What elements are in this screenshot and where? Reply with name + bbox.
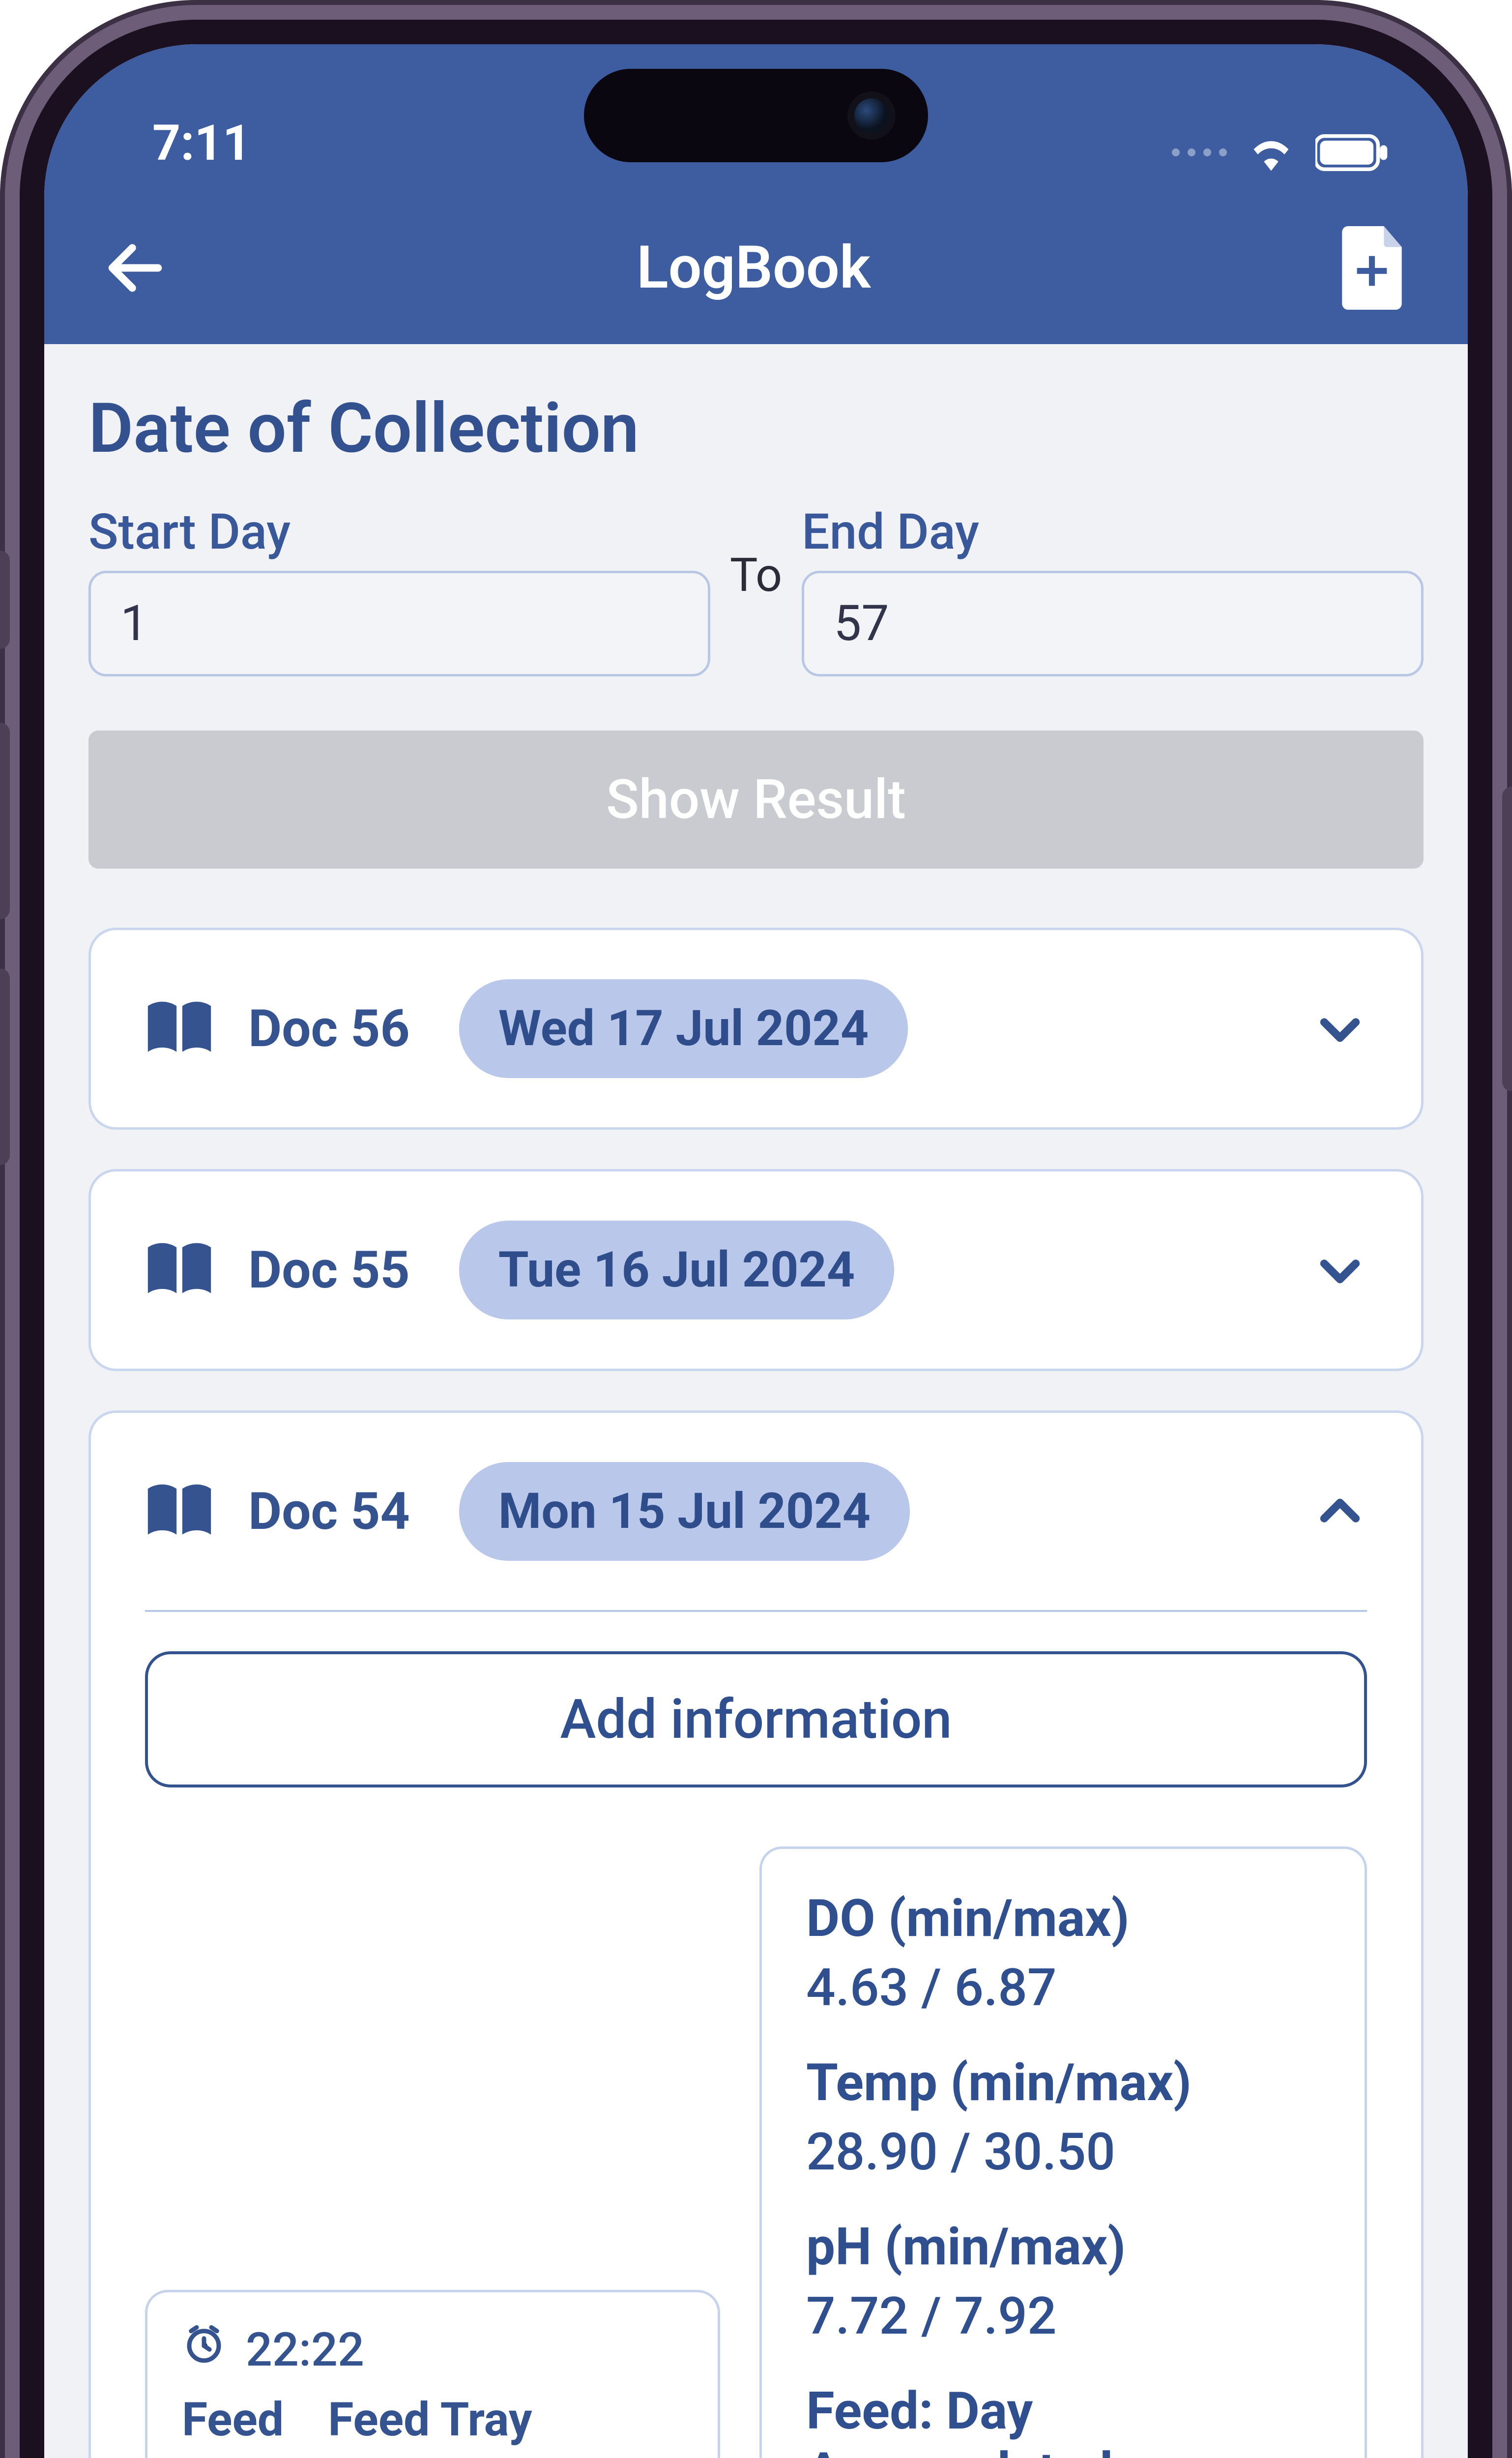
chevron-down-icon	[1313, 1243, 1367, 1297]
to-label: To	[730, 548, 782, 632]
doc-date-pill: Wed 17 Jul 2024	[459, 979, 908, 1078]
chevron-down-icon	[1313, 1002, 1367, 1056]
ph-label: pH (min/max)	[806, 2217, 1320, 2277]
add-information-button[interactable]: Add information	[145, 1651, 1367, 1787]
divider	[145, 1610, 1367, 1612]
feed-entry-box[interactable]: 22:22 Feed Feed Tray 14.00 -	[145, 2290, 720, 2458]
phone-side-button	[1502, 787, 1512, 1091]
content-area: Date of Collection Start Day 1 To End Da…	[44, 344, 1468, 2458]
start-day-label: Start Day	[88, 503, 710, 561]
book-icon	[145, 1241, 214, 1300]
feed-accum-label: Feed: Day Accumulated	[806, 2381, 1320, 2458]
doc-name: Doc 54	[248, 1481, 410, 1542]
doc-date-pill: Mon 15 Jul 2024	[459, 1462, 910, 1561]
metrics-box: DO (min/max) 4.63 / 6.87 Temp (min/max) …	[759, 1846, 1367, 2458]
entry-time: 22:22	[246, 2323, 364, 2377]
chevron-up-icon	[1313, 1485, 1367, 1539]
app-bar: LogBook	[44, 192, 1468, 344]
do-label: DO (min/max)	[806, 1888, 1320, 1949]
ph-value: 7.72 / 7.92	[806, 2286, 1320, 2346]
feed-tray-label: Feed Tray	[328, 2393, 532, 2447]
back-button[interactable]	[93, 226, 177, 310]
end-day-label: End Day	[802, 503, 1424, 561]
doc-card-header[interactable]: Doc 54 Mon 15 Jul 2024	[91, 1413, 1421, 1610]
page-title: LogBook	[637, 234, 871, 302]
cell-signal-icon	[1172, 148, 1227, 156]
doc-name: Doc 56	[248, 998, 410, 1059]
do-value: 4.63 / 6.87	[806, 1958, 1320, 2018]
phone-frame: 7:11 LogBook	[0, 0, 1512, 2458]
show-result-button[interactable]: Show Result	[88, 731, 1424, 869]
wifi-icon	[1247, 133, 1296, 172]
temp-label: Temp (min/max)	[806, 2052, 1320, 2113]
book-icon	[145, 1482, 214, 1541]
doc-date-pill: Tue 16 Jul 2024	[459, 1221, 894, 1319]
book-icon	[145, 999, 214, 1058]
feed-label: Feed	[182, 2393, 284, 2447]
doc-card-expanded: Doc 54 Mon 15 Jul 2024 Add information	[88, 1410, 1424, 2458]
doc-card[interactable]: Doc 56 Wed 17 Jul 2024	[88, 928, 1424, 1130]
clock-icon	[182, 2322, 226, 2378]
temp-value: 28.90 / 30.50	[806, 2122, 1320, 2182]
start-day-input[interactable]: 1	[88, 571, 710, 676]
front-camera	[854, 98, 889, 133]
phone-side-button	[0, 723, 10, 919]
dynamic-island	[584, 69, 928, 162]
status-time: 7:11	[152, 115, 251, 172]
new-document-button[interactable]	[1330, 226, 1414, 310]
phone-side-button	[0, 968, 10, 1165]
battery-icon	[1315, 134, 1389, 171]
doc-name: Doc 55	[248, 1240, 410, 1300]
section-heading: Date of Collection	[44, 344, 1468, 503]
phone-side-button	[0, 551, 10, 649]
doc-card[interactable]: Doc 55 Tue 16 Jul 2024	[88, 1169, 1424, 1371]
end-day-input[interactable]: 57	[802, 571, 1424, 676]
